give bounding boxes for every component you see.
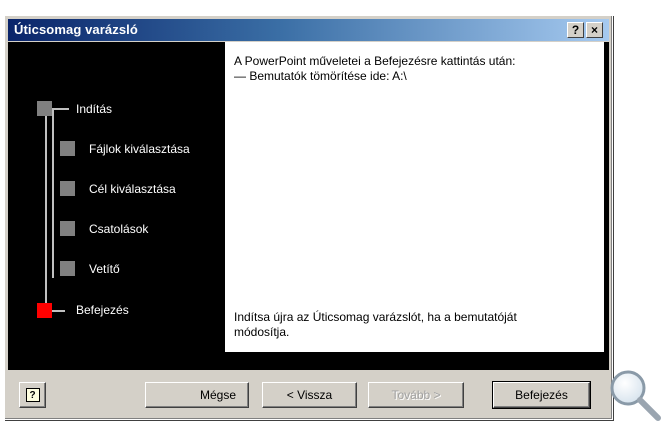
step-label-5: Vetítő: [89, 262, 120, 276]
window-title: Úticsomag varázsló: [14, 22, 138, 37]
step-marker-4: [60, 221, 75, 236]
step-label-1: Indítás: [76, 102, 113, 116]
button-bar: ? Mégse < Vissza Tovább > Befejezés: [8, 371, 609, 417]
wizard-window: Úticsomag varázsló ? × Indítás Fájlok ki…: [4, 15, 613, 420]
step-marker-2: [60, 141, 75, 156]
actions-summary: A PowerPoint műveletei a Befejezésre kat…: [234, 54, 574, 84]
action-item: — Bemutatók tömörítése ide: A:\: [234, 69, 407, 83]
step-panel: Indítás Fájlok kiválasztása Cél kiválasz…: [8, 42, 224, 370]
title-close-button[interactable]: ×: [586, 22, 603, 38]
step-marker-1: [37, 101, 52, 116]
step-label-4: Csatolások: [89, 222, 149, 236]
question-icon: ?: [571, 23, 580, 37]
step-label-6: Befejezés: [76, 303, 129, 317]
step-label-2: Fájlok kiválasztása: [89, 142, 190, 156]
restart-note: Indítsa újra az Úticsomag varázslót, ha …: [234, 310, 517, 339]
step-marker-3: [60, 181, 75, 196]
step-label-3: Cél kiválasztása: [89, 182, 176, 196]
help-icon: ?: [25, 388, 40, 402]
content-panel: A PowerPoint műveletei a Befejezésre kat…: [225, 42, 604, 352]
actions-intro: A PowerPoint műveletei a Befejezésre kat…: [234, 54, 516, 68]
cancel-button[interactable]: Mégse: [145, 382, 249, 408]
step-marker-5: [60, 261, 75, 276]
step-marker-6: [37, 303, 52, 318]
wizard-body: Indítás Fájlok kiválasztása Cél kiválasz…: [8, 42, 609, 370]
close-icon: ×: [590, 23, 598, 37]
finish-button[interactable]: Befejezés: [492, 381, 591, 409]
next-button: Tovább >: [368, 382, 464, 408]
back-button[interactable]: < Vissza: [262, 382, 357, 408]
step-connector-branch: [52, 108, 54, 278]
step-connector-main: [45, 108, 47, 310]
magnifier-icon[interactable]: [608, 368, 662, 422]
title-help-button[interactable]: ?: [567, 22, 584, 38]
title-bar: Úticsomag varázsló ? ×: [8, 19, 609, 41]
help-button[interactable]: ?: [19, 382, 46, 408]
